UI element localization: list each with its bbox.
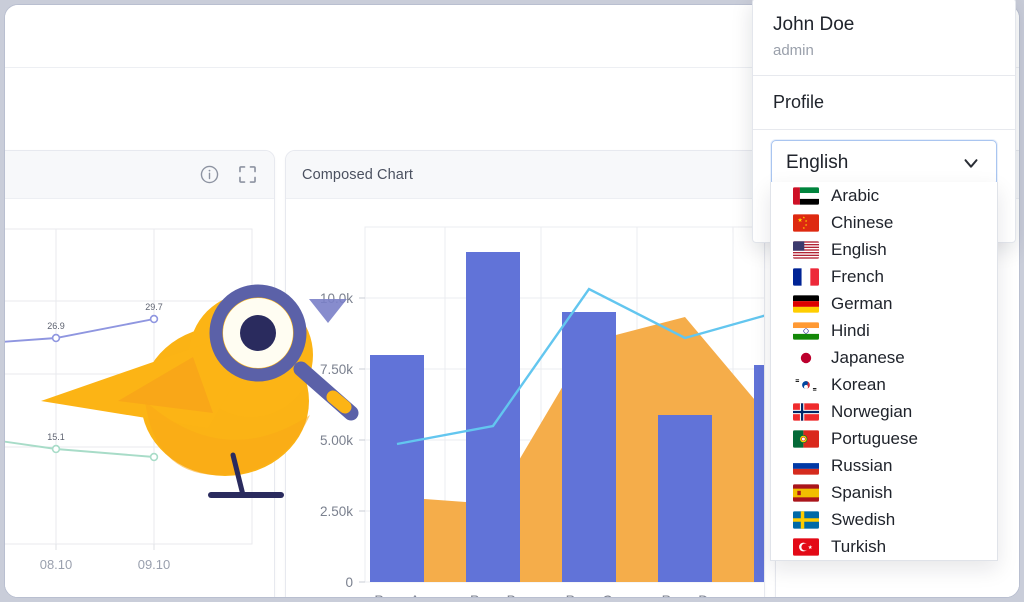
flag-icon-kr: [793, 375, 819, 394]
language-option-french[interactable]: French: [771, 263, 997, 290]
language-option-norwegian[interactable]: Norwegian: [771, 398, 997, 425]
line-series-2: [5, 440, 155, 458]
language-option-label: Swedish: [831, 509, 896, 529]
composed-x-cat: Page C: [566, 592, 613, 598]
flag-icon-in: [793, 321, 819, 340]
language-option-spanish[interactable]: Spanish: [771, 479, 997, 506]
user-name: John Doe: [773, 14, 855, 35]
composed-y-tick: 10.0k: [320, 291, 353, 306]
info-circle-icon[interactable]: [198, 164, 220, 186]
card-line-chart: 25.9 26.9 29.7 16.1 15.1 07.10 08.10: [5, 150, 275, 597]
line-chart-plot: 25.9 26.9 29.7 16.1 15.1 07.10 08.10: [5, 199, 274, 597]
composed-x-cat: Page B: [470, 592, 516, 598]
line-chart-svg: 25.9 26.9 29.7 16.1 15.1 07.10 08.10: [5, 228, 253, 572]
composed-y-tick: 7.50k: [320, 362, 353, 377]
line-data-label: 29.7: [145, 302, 163, 312]
flag-icon-jp: [793, 348, 819, 367]
flag-icon-us: [793, 240, 819, 259]
svg-text:★: ★: [808, 544, 813, 551]
language-option-turkish[interactable]: ★ Turkish: [771, 533, 997, 560]
flag-icon-fr: [793, 267, 819, 286]
language-option-label: Arabic: [831, 185, 880, 205]
language-option-russian[interactable]: Russian: [771, 452, 997, 479]
language-option-label: Chinese: [831, 212, 894, 232]
language-option-label: French: [831, 266, 884, 286]
composed-x-cat: Page D: [662, 592, 709, 598]
language-option-portuguese[interactable]: Portuguese: [771, 425, 997, 452]
flag-icon-es: [793, 483, 819, 502]
language-option-hindi[interactable]: Hindi: [771, 317, 997, 344]
language-select-value: English: [786, 151, 849, 173]
screenshot-root: 25.9 26.9 29.7 16.1 15.1 07.10 08.10: [0, 0, 1024, 602]
composed-chart-card-header: Composed Chart: [286, 151, 764, 199]
language-option-chinese[interactable]: ★ ★ ★ ★ ★ Chinese: [771, 209, 997, 236]
flag-icon-de: [793, 294, 819, 313]
language-option-label: Spanish: [831, 482, 893, 502]
bar-page-e: [754, 365, 764, 582]
composed-y-tick: 2.50k: [320, 504, 353, 519]
composed-chart-title: Composed Chart: [302, 166, 414, 183]
user-identity-block: John Doe admin: [753, 0, 1015, 75]
language-option-label: Russian: [831, 455, 893, 475]
composed-chart-svg: 0 2.50k 5.00k 7.50k 10.0k Page A Page B …: [320, 226, 764, 598]
language-option-label: Turkish: [831, 536, 887, 556]
composed-y-tick: 5.00k: [320, 433, 353, 448]
line-data-label: 15.1: [47, 432, 65, 442]
line-chart-card-header: [5, 151, 274, 199]
composed-y-tick: 0: [345, 575, 353, 590]
flag-icon-no: [793, 402, 819, 421]
language-option-korean[interactable]: Korean: [771, 371, 997, 398]
language-option-label: Norwegian: [831, 401, 913, 421]
language-option-label: German: [831, 293, 893, 313]
flag-icon-pt: [793, 429, 819, 448]
bar-page-b: [466, 252, 520, 582]
flag-icon-tr: ★: [793, 537, 819, 556]
bar-page-d: [658, 415, 712, 582]
flag-icon-cn: ★ ★ ★ ★ ★: [793, 213, 819, 232]
flag-icon-se: [793, 510, 819, 529]
flag-icon-ru: [793, 456, 819, 475]
line-data-label: 26.9: [47, 321, 65, 331]
composed-chart-plot: 0 2.50k 5.00k 7.50k 10.0k Page A Page B …: [286, 199, 764, 598]
line-chart-card-actions: [198, 164, 258, 186]
language-option-swedish[interactable]: Swedish: [771, 506, 997, 533]
language-option-label: Hindi: [831, 320, 870, 340]
composed-x-cat: Page A: [374, 592, 420, 598]
language-select[interactable]: English: [771, 139, 997, 186]
language-option-label: Korean: [831, 374, 886, 394]
chevron-down-icon: [960, 152, 982, 174]
language-option-japanese[interactable]: Japanese: [771, 344, 997, 371]
language-select-wrapper: English: [753, 130, 1015, 186]
language-option-label: Japanese: [831, 347, 905, 367]
language-option-label: Portuguese: [831, 428, 918, 448]
menu-item-profile[interactable]: Profile: [753, 76, 1015, 129]
line-series-1: [5, 318, 155, 343]
bar-page-a: [370, 355, 424, 582]
fullscreen-icon[interactable]: [236, 164, 258, 186]
language-options-list[interactable]: Arabic ★ ★ ★ ★ ★ Chinese English French German Hin…: [770, 182, 998, 561]
language-option-german[interactable]: German: [771, 290, 997, 317]
language-option-english[interactable]: English: [771, 236, 997, 263]
svg-text:★: ★: [803, 226, 806, 230]
language-option-label: English: [831, 239, 887, 259]
language-option-arabic[interactable]: Arabic: [771, 182, 997, 209]
bar-page-c: [562, 312, 616, 582]
line-x-tick: 09.10: [138, 557, 171, 572]
card-composed-chart: Composed Chart 0 2.50k 5.00k 7.50k 10.0k…: [285, 150, 765, 598]
user-role: admin: [773, 41, 814, 59]
flag-icon-ae: [793, 186, 819, 205]
line-x-tick: 08.10: [40, 557, 73, 572]
